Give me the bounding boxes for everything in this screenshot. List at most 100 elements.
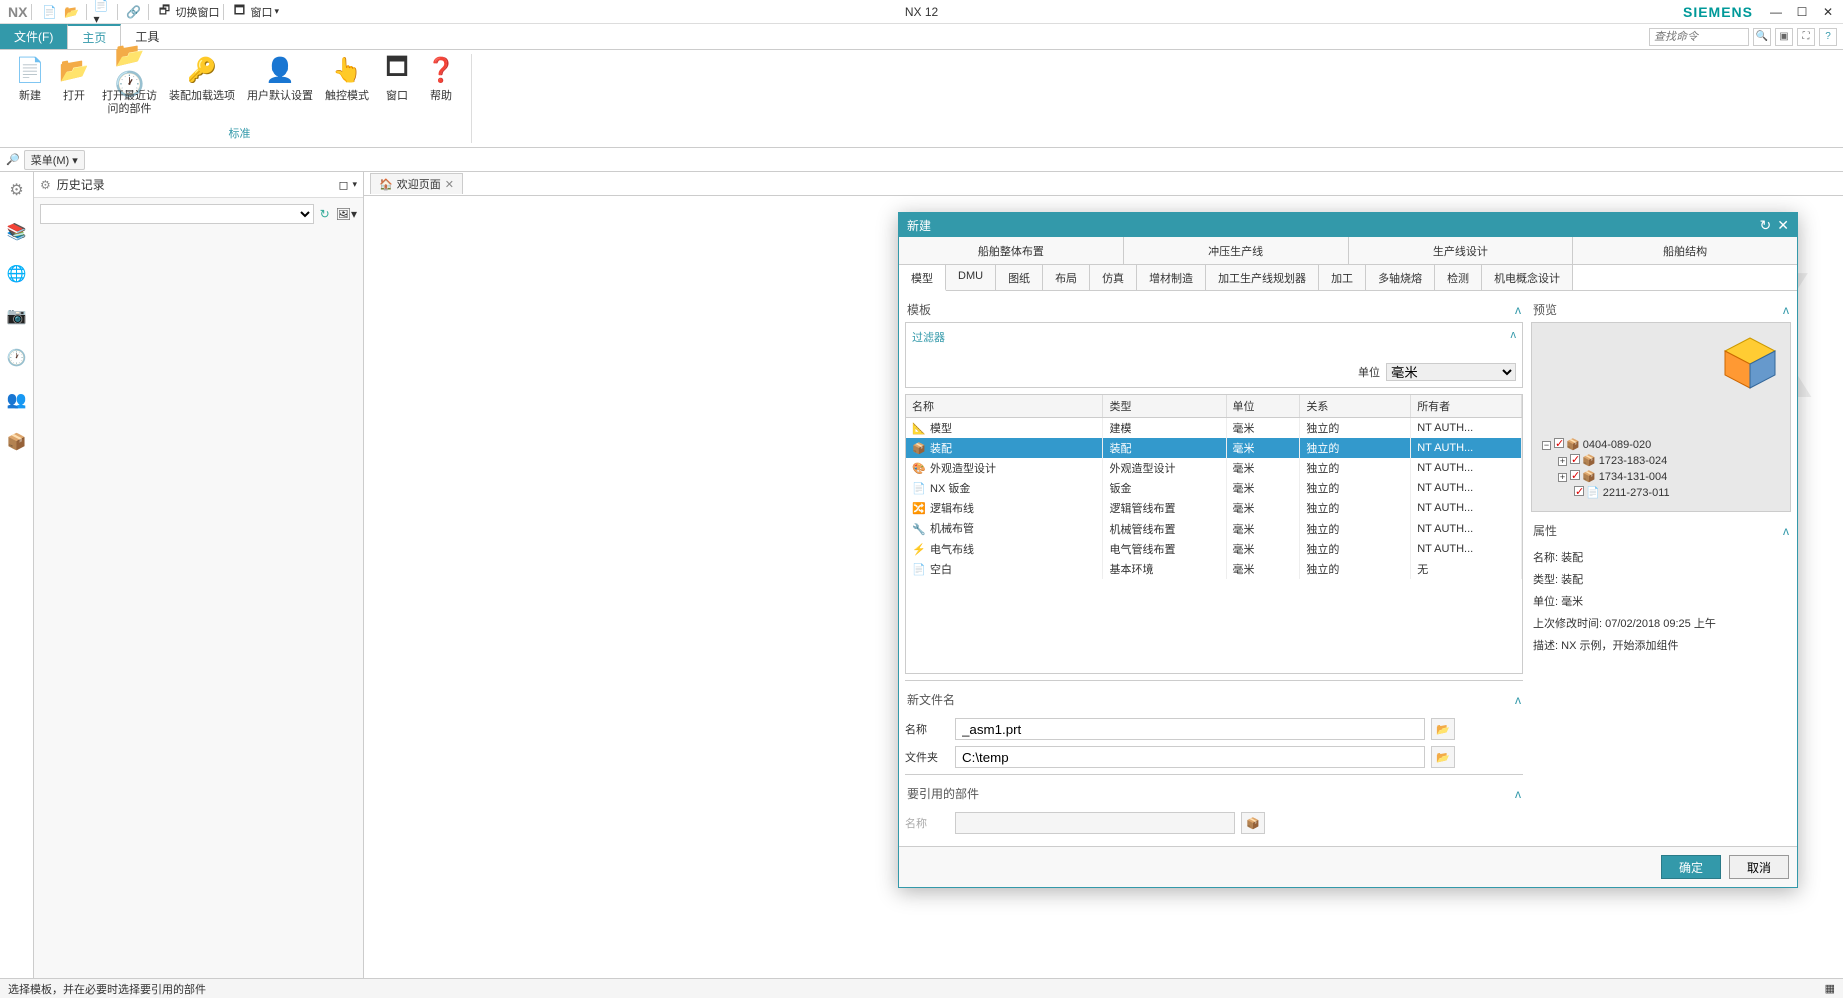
refresh-icon[interactable]: ↻ (320, 207, 330, 221)
dialog-title-text: 新建 (907, 217, 1754, 234)
help-icon[interactable]: ? (1819, 28, 1837, 46)
dtab2-additive[interactable]: 增材制造 (1137, 265, 1206, 290)
dialog-close-icon[interactable]: ✕ (1777, 217, 1789, 234)
qa-new-icon[interactable]: 📄 (40, 3, 58, 21)
ok-button[interactable]: 确定 (1661, 855, 1721, 879)
dtab2-mechatronics[interactable]: 机电概念设计 (1482, 265, 1573, 290)
fullscreen-icon[interactable]: ⛶ (1797, 28, 1815, 46)
collapse-icon[interactable]: ʌ (1511, 329, 1517, 345)
leftrail-internet-icon[interactable]: 🌐 (5, 262, 29, 286)
collapse-icon[interactable]: ʌ (1515, 303, 1521, 317)
minimize-icon[interactable]: — (1767, 3, 1785, 21)
dtab1-stamping[interactable]: 冲压生产线 (1124, 237, 1349, 264)
cancel-button[interactable]: 取消 (1729, 855, 1789, 879)
ribbon-open[interactable]: 📂 打开 (58, 54, 90, 127)
filter-label: 过滤器 (912, 329, 945, 345)
col-owner[interactable]: 所有者 (1411, 395, 1522, 418)
ribbon-user-defaults[interactable]: 👤 用户默认设置 (247, 54, 313, 127)
col-type[interactable]: 类型 (1103, 395, 1226, 418)
ribbon-recent[interactable]: 📂🕐 打开最近访 问的部件 (102, 54, 157, 127)
refpart-name-input[interactable] (955, 812, 1235, 834)
dtab2-model[interactable]: 模型 (899, 265, 946, 291)
leftrail-roles-icon[interactable]: 👥 (5, 388, 29, 412)
ribbon-touch[interactable]: 👆 触控模式 (325, 54, 369, 127)
ribbon-window[interactable]: 🗖 窗口 (381, 54, 413, 127)
restore-ribbon-icon[interactable]: ▣ (1775, 28, 1793, 46)
qa-switch-window-label[interactable]: 切换窗口 (175, 4, 219, 20)
qa-new-dropdown-icon[interactable]: 📄▾ (93, 3, 111, 21)
dialog-reset-icon[interactable]: ↻ (1760, 217, 1772, 234)
dtab2-machining[interactable]: 加工 (1319, 265, 1366, 290)
dtab1-line-design[interactable]: 生产线设计 (1349, 237, 1574, 264)
close-panel-icon[interactable]: ▾ (352, 179, 357, 190)
menu-finder-icon[interactable]: 🔎 (6, 153, 20, 166)
search-icon[interactable]: 🔍 (1753, 28, 1771, 46)
tab-welcome[interactable]: 🏠 欢迎页面 ✕ (370, 173, 463, 194)
leftrail-camera-icon[interactable]: 📷 (5, 304, 29, 328)
col-unit[interactable]: 单位 (1226, 395, 1300, 418)
newfile-folder-input[interactable] (955, 746, 1425, 768)
qa-open-icon[interactable]: 📂 (62, 3, 80, 21)
tab-close-icon[interactable]: ✕ (445, 178, 454, 191)
table-row[interactable]: ⚡电气布线电气管线布置毫米独立的NT AUTH... (906, 539, 1522, 559)
pin-icon[interactable]: ◻ (339, 178, 349, 192)
tree-node-3[interactable]: 2211-273-011 (1603, 487, 1670, 499)
template-table[interactable]: 名称 类型 单位 关系 所有者 📐模型建模毫米独立的NT AUTH...📦装配装… (905, 394, 1523, 674)
collapse-icon[interactable]: ʌ (1515, 693, 1521, 707)
leftrail-library-icon[interactable]: 📦 (5, 430, 29, 454)
history-filter-select[interactable] (40, 204, 314, 224)
col-name[interactable]: 名称 (906, 395, 1103, 418)
tree-node-1[interactable]: 1723-183-024 (1599, 455, 1668, 467)
menu-file[interactable]: 文件(F) (0, 24, 67, 49)
collapse-icon[interactable]: ʌ (1783, 524, 1789, 538)
collapse-icon[interactable]: ʌ (1515, 787, 1521, 801)
close-icon[interactable]: ✕ (1819, 3, 1837, 21)
history-settings-icon[interactable]: ⚙ (40, 178, 51, 192)
ribbon-user-defaults-label: 用户默认设置 (247, 90, 313, 103)
command-search-input[interactable] (1649, 28, 1749, 46)
leftrail-history-icon[interactable]: 🕐 (5, 346, 29, 370)
dtab2-layout[interactable]: 布局 (1043, 265, 1090, 290)
preview-3d-icon (1720, 333, 1780, 393)
dtab2-sim[interactable]: 仿真 (1090, 265, 1137, 290)
table-row[interactable]: 📐模型建模毫米独立的NT AUTH... (906, 418, 1522, 439)
separator (223, 4, 224, 20)
dtab2-inspect[interactable]: 检测 (1435, 265, 1482, 290)
qa-window-label[interactable]: 窗口 (250, 4, 272, 20)
newfile-name-input[interactable] (955, 718, 1425, 740)
unit-select[interactable]: 毫米 (1386, 363, 1516, 381)
table-row[interactable]: 🔀逻辑布线逻辑管线布置毫米独立的NT AUTH... (906, 498, 1522, 518)
dtab1-ship-struct[interactable]: 船舶结构 (1573, 237, 1797, 264)
browse-folder-icon[interactable]: 📂 (1431, 746, 1455, 768)
collapse-icon[interactable]: ʌ (1783, 303, 1789, 317)
dtab2-drawing[interactable]: 图纸 (996, 265, 1043, 290)
dtab1-ship-layout[interactable]: 船舶整体布置 (899, 237, 1124, 264)
palette-icon[interactable]: 🖼▾ (336, 207, 357, 221)
table-row[interactable]: 📄NX 钣金钣金毫米独立的NT AUTH... (906, 478, 1522, 498)
tree-node-0[interactable]: 0404-089-020 (1583, 439, 1652, 451)
browse-name-icon[interactable]: 📂 (1431, 718, 1455, 740)
browse-refpart-icon[interactable]: 📦 (1241, 812, 1265, 834)
dtab2-dmu[interactable]: DMU (946, 265, 996, 290)
tree-node-2[interactable]: 1734-131-004 (1599, 471, 1668, 483)
table-row[interactable]: 📄空白基本环境毫米独立的无 (906, 559, 1522, 579)
qa-window-icon[interactable]: 🗖 (230, 3, 248, 21)
ribbon-new[interactable]: 📄 新建 (14, 54, 46, 127)
dtab2-multiaxis[interactable]: 多轴烧熔 (1366, 265, 1435, 290)
dtab2-lineplanner[interactable]: 加工生产线规划器 (1206, 265, 1319, 290)
table-row[interactable]: 🔧机械布管机械管线布置毫米独立的NT AUTH... (906, 518, 1522, 538)
leftrail-settings-icon[interactable]: ⚙ (5, 178, 29, 202)
menu-dropdown[interactable]: 菜单(M) ▾ (24, 150, 85, 170)
table-row[interactable]: 🎨外观造型设计外观造型设计毫米独立的NT AUTH... (906, 458, 1522, 478)
ribbon-help[interactable]: ❓ 帮助 (425, 54, 457, 127)
col-relation[interactable]: 关系 (1300, 395, 1411, 418)
newfile-folder-label: 文件夹 (905, 749, 955, 765)
leftrail-layers-icon[interactable]: 📚 (5, 220, 29, 244)
table-row[interactable]: 📦装配装配毫米独立的NT AUTH... (906, 438, 1522, 458)
dropdown-icon[interactable]: ▾ (274, 6, 279, 17)
maximize-icon[interactable]: ☐ (1793, 3, 1811, 21)
ribbon-load-opts[interactable]: 🔑 装配加载选项 (169, 54, 235, 127)
qa-link-icon[interactable]: 🔗 (124, 3, 142, 21)
dialog-titlebar[interactable]: 新建 ↻ ✕ (899, 213, 1797, 237)
qa-switch-window-icon[interactable]: 🗗 (155, 3, 173, 21)
